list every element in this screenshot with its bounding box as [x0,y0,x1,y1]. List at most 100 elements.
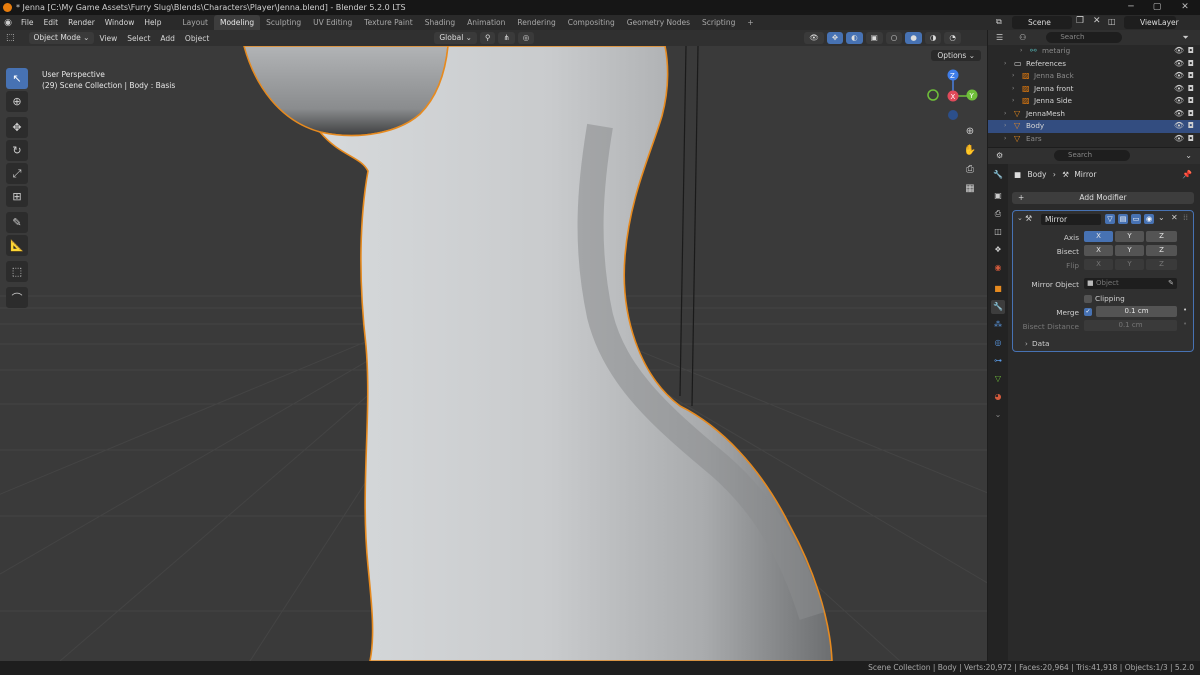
expand-arrow-icon[interactable]: › [1020,45,1022,58]
curve-tool-icon[interactable]: ⌒ [6,287,28,308]
visibility-eye-icon[interactable]: 👁 [1174,45,1184,58]
material-tab-icon[interactable]: ◕ [991,390,1005,404]
tab-shading[interactable]: Shading [419,15,461,30]
axis-z-toggle[interactable]: Z [1146,231,1177,242]
bisect-distance-field[interactable]: 0.1 cm [1084,320,1177,331]
tab-texture-paint[interactable]: Texture Paint [358,15,418,30]
remove-modifier-icon[interactable]: ✕ [1171,213,1178,222]
maximize-icon[interactable]: ▢ [1150,2,1164,13]
pan-hand-icon[interactable]: ✋ [963,144,977,158]
physics-tab-icon[interactable]: ◎ [991,336,1005,350]
navigation-gizmo[interactable]: Z Y X [927,69,978,121]
collapse-chevron-icon[interactable]: ⌄ [1017,214,1023,222]
flip-z-toggle[interactable]: Z [1146,259,1177,270]
mirror-object-field[interactable]: ■ Object ✎ [1084,278,1177,289]
view-layer-selector[interactable]: ViewLayer [1124,16,1179,29]
visibility-eye-icon[interactable]: 👁 [1174,133,1184,146]
visibility-icon[interactable]: 👁 [804,32,824,44]
cage-toggle-icon[interactable]: ▤ [1118,214,1128,224]
properties-search-input[interactable]: Search [1054,150,1130,161]
outliner-row[interactable]: › ⚯ metarig 👁 ◘ [988,45,1200,58]
visibility-eye-icon[interactable]: 👁 [1174,108,1184,121]
ortho-grid-icon[interactable]: ▦ [963,182,977,196]
data-subpanel-label[interactable]: Data [1032,339,1049,348]
object-mode-dropdown[interactable]: Object Mode ⌄ [28,32,95,44]
scene-selector[interactable]: Scene [1012,16,1072,29]
tab-geometry-nodes[interactable]: Geometry Nodes [621,15,696,30]
keyframe-dot-icon[interactable]: • [1183,306,1187,314]
scale-tool-icon[interactable]: ⤢ [6,163,28,184]
tab-layout[interactable]: Layout [176,15,214,30]
clipping-checkbox[interactable] [1084,295,1092,303]
tab-scripting[interactable]: Scripting [696,15,741,30]
output-tab-icon[interactable]: ⎙ [991,207,1005,221]
editor-type-icon[interactable]: ⬚ [6,33,15,43]
modifier-tab-icon[interactable]: 🔧 [991,300,1005,314]
render-toggle-icon[interactable]: ◉ [1144,214,1154,224]
add-modifier-button[interactable]: + Add Modifier [1012,192,1194,204]
expand-arrow-icon[interactable]: › [1004,133,1006,146]
tab-uv-editing[interactable]: UV Editing [307,15,358,30]
pin-icon[interactable]: 📌 [1182,170,1192,179]
expand-arrow-icon[interactable]: › [1004,58,1006,71]
transform-tool-icon[interactable]: ⊞ [6,186,28,207]
more-tabs-icon[interactable]: ⌄ [991,408,1005,422]
render-camera-icon[interactable]: ◘ [1188,95,1194,108]
object-tab-icon[interactable]: ■ [991,282,1005,296]
render-camera-icon[interactable]: ◘ [1188,70,1194,83]
body-mesh[interactable] [317,46,833,661]
snap-icon[interactable]: ⋔ [498,32,515,44]
particles-tab-icon[interactable]: ⁂ [991,318,1005,332]
edit-mode-toggle-icon[interactable]: ▽ [1105,214,1115,224]
minimize-icon[interactable]: ─ [1124,2,1138,13]
outliner-search-input[interactable]: Search [1046,32,1123,43]
axis-x-toggle[interactable]: X [1084,231,1113,242]
render-camera-icon[interactable]: ◘ [1188,108,1194,121]
transform-orientation-dropdown[interactable]: Global ⌄ [434,32,477,44]
scene-tab-icon[interactable]: ❖ [991,243,1005,257]
modifier-name-input[interactable]: Mirror [1041,214,1101,225]
visibility-eye-icon[interactable]: 👁 [1174,70,1184,83]
expand-arrow-icon[interactable]: › [1004,120,1006,133]
annotate-tool-icon[interactable]: ✎ [6,212,28,233]
tab-compositing[interactable]: Compositing [562,15,621,30]
merge-checkbox[interactable]: ✓ [1084,308,1092,316]
constraints-tab-icon[interactable]: ⊶ [991,354,1005,368]
options-dropdown[interactable]: Options ⌄ [931,50,981,61]
xray-icon[interactable]: ▣ [865,32,883,44]
data-tab-icon[interactable]: ▽ [991,372,1005,386]
proportional-edit-icon[interactable]: ◎ [517,32,535,44]
outliner-row[interactable]: › ▨ Jenna Back 👁 ◘ [988,70,1200,83]
visibility-eye-icon[interactable]: 👁 [1174,120,1184,133]
menu-edit[interactable]: Edit [39,15,64,30]
view-layer-tab-icon[interactable]: ◫ [991,225,1005,239]
delete-scene-icon[interactable]: ✕ [1093,16,1101,26]
flip-y-toggle[interactable]: Y [1115,259,1144,270]
render-camera-icon[interactable]: ◘ [1188,83,1194,96]
cursor-tool-icon[interactable]: ⊕ [6,91,28,112]
expand-arrow-icon[interactable]: › [1012,70,1014,83]
bisect-y-toggle[interactable]: Y [1115,245,1144,256]
tab-rendering[interactable]: Rendering [511,15,561,30]
solid-shading-icon[interactable]: ● [905,32,922,44]
menu-help[interactable]: Help [139,15,166,30]
pivot-icon[interactable]: ⚲ [479,32,496,44]
menu-view[interactable]: View [94,34,122,43]
axis-y-toggle[interactable]: Y [1115,231,1144,242]
modifier-menu-icon[interactable]: ⌄ [1158,213,1165,222]
render-camera-icon[interactable]: ◘ [1188,45,1194,58]
3d-viewport[interactable]: Z Y X ↖ ⊕ ✥ ↻ ⤢ ⊞ ✎ 📐 ⬚ ⌒ User Perspecti… [0,46,987,661]
expand-arrow-icon[interactable]: › [1004,108,1006,121]
expand-arrow-icon[interactable]: › [1012,95,1014,108]
tab-animation[interactable]: Animation [461,15,511,30]
flip-x-toggle[interactable]: X [1084,259,1113,270]
menu-select[interactable]: Select [122,34,155,43]
funnel-icon[interactable]: ⏷ [1182,33,1188,43]
menu-object[interactable]: Object [180,34,214,43]
rendered-shading-icon[interactable]: ◔ [944,32,961,44]
bisect-z-toggle[interactable]: Z [1146,245,1177,256]
bisect-x-toggle[interactable]: X [1084,245,1113,256]
drag-handle-icon[interactable]: ⁞⁞ [1183,213,1188,222]
visibility-eye-icon[interactable]: 👁 [1174,58,1184,71]
render-camera-icon[interactable]: ◘ [1188,58,1194,71]
